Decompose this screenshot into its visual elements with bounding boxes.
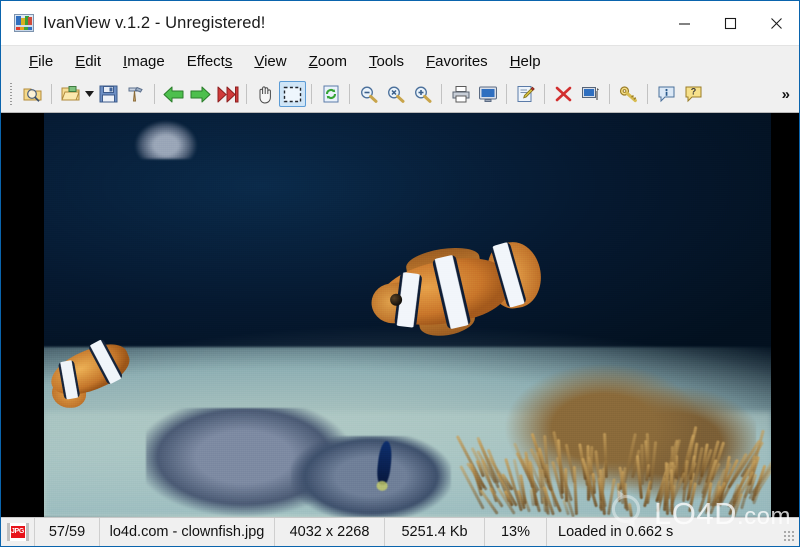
image-dimensions: 4032 x 2268: [275, 518, 385, 546]
close-button[interactable]: [753, 1, 799, 45]
main-toolbar: ? »: [1, 76, 799, 113]
title-bar: IvanView v.1.2 - Unregistered!: [1, 1, 799, 45]
toolbar-separator: [506, 84, 507, 104]
menu-bar: File Edit Image Effects View Zoom Tools …: [1, 45, 799, 76]
image-canvas[interactable]: [1, 113, 799, 517]
fullscreen-monitor-icon[interactable]: [474, 81, 501, 107]
zoom-in-icon[interactable]: [409, 81, 436, 107]
displayed-photo: [44, 113, 771, 517]
next-image-icon[interactable]: [187, 81, 214, 107]
zoom-out-icon[interactable]: [355, 81, 382, 107]
toolbar-separator: [647, 84, 648, 104]
pan-hand-icon[interactable]: [252, 81, 279, 107]
menu-tools[interactable]: Tools: [359, 50, 414, 73]
refresh-icon[interactable]: [317, 81, 344, 107]
help-icon[interactable]: ?: [680, 81, 707, 107]
open-dropdown-arrow-icon[interactable]: [84, 81, 95, 107]
toolbar-separator: [609, 84, 610, 104]
toolbar-separator: [311, 84, 312, 104]
build-tools-icon[interactable]: [122, 81, 149, 107]
toolbar-separator: [51, 84, 52, 104]
maximize-button[interactable]: [707, 1, 753, 45]
menu-help[interactable]: Help: [500, 50, 551, 73]
window-controls: [661, 1, 799, 45]
file-size: 5251.4 Kb: [385, 518, 485, 546]
resize-grip[interactable]: [783, 530, 796, 543]
open-file-icon[interactable]: [57, 81, 84, 107]
app-logo-icon: [14, 14, 34, 32]
file-format-badge: JPG: [1, 518, 35, 546]
file-name: lo4d.com - clownfish.jpg: [100, 518, 275, 546]
menu-effects[interactable]: Effects: [177, 50, 243, 73]
window-title: IvanView v.1.2 - Unregistered!: [43, 14, 266, 33]
save-icon[interactable]: [95, 81, 122, 107]
toolbar-separator: [154, 84, 155, 104]
toolbar-separator: [441, 84, 442, 104]
toolbar-separator: [246, 84, 247, 104]
status-bar: JPG 57/59 lo4d.com - clownfish.jpg 4032 …: [1, 517, 799, 546]
photo-grain: [44, 113, 771, 517]
menu-image[interactable]: Image: [113, 50, 175, 73]
zoom-actual-icon[interactable]: [382, 81, 409, 107]
set-wallpaper-icon[interactable]: [577, 81, 604, 107]
delete-icon[interactable]: [550, 81, 577, 107]
menu-zoom[interactable]: Zoom: [299, 50, 357, 73]
image-counter: 57/59: [35, 518, 100, 546]
ivanview-window: IvanView v.1.2 - Unregistered! File Edit…: [0, 0, 800, 547]
marquee-select-icon[interactable]: [279, 81, 306, 107]
minimize-button[interactable]: [661, 1, 707, 45]
toolbar-separator: [544, 84, 545, 104]
browse-thumbnails-icon[interactable]: [19, 81, 46, 107]
svg-text:?: ?: [691, 87, 697, 97]
toolbar-overflow-button[interactable]: »: [782, 86, 790, 103]
edit-note-icon[interactable]: [512, 81, 539, 107]
print-icon[interactable]: [447, 81, 474, 107]
key-register-icon[interactable]: [615, 81, 642, 107]
menu-view[interactable]: View: [244, 50, 296, 73]
slideshow-icon[interactable]: [214, 81, 241, 107]
toolbar-drag-grip[interactable]: [9, 83, 15, 105]
menu-edit[interactable]: Edit: [65, 50, 111, 73]
about-info-icon[interactable]: [653, 81, 680, 107]
toolbar-separator: [349, 84, 350, 104]
menu-favorites[interactable]: Favorites: [416, 50, 498, 73]
zoom-level: 13%: [485, 518, 547, 546]
menu-file[interactable]: File: [19, 50, 63, 73]
load-status: Loaded in 0.662 s: [547, 518, 799, 546]
previous-image-icon[interactable]: [160, 81, 187, 107]
